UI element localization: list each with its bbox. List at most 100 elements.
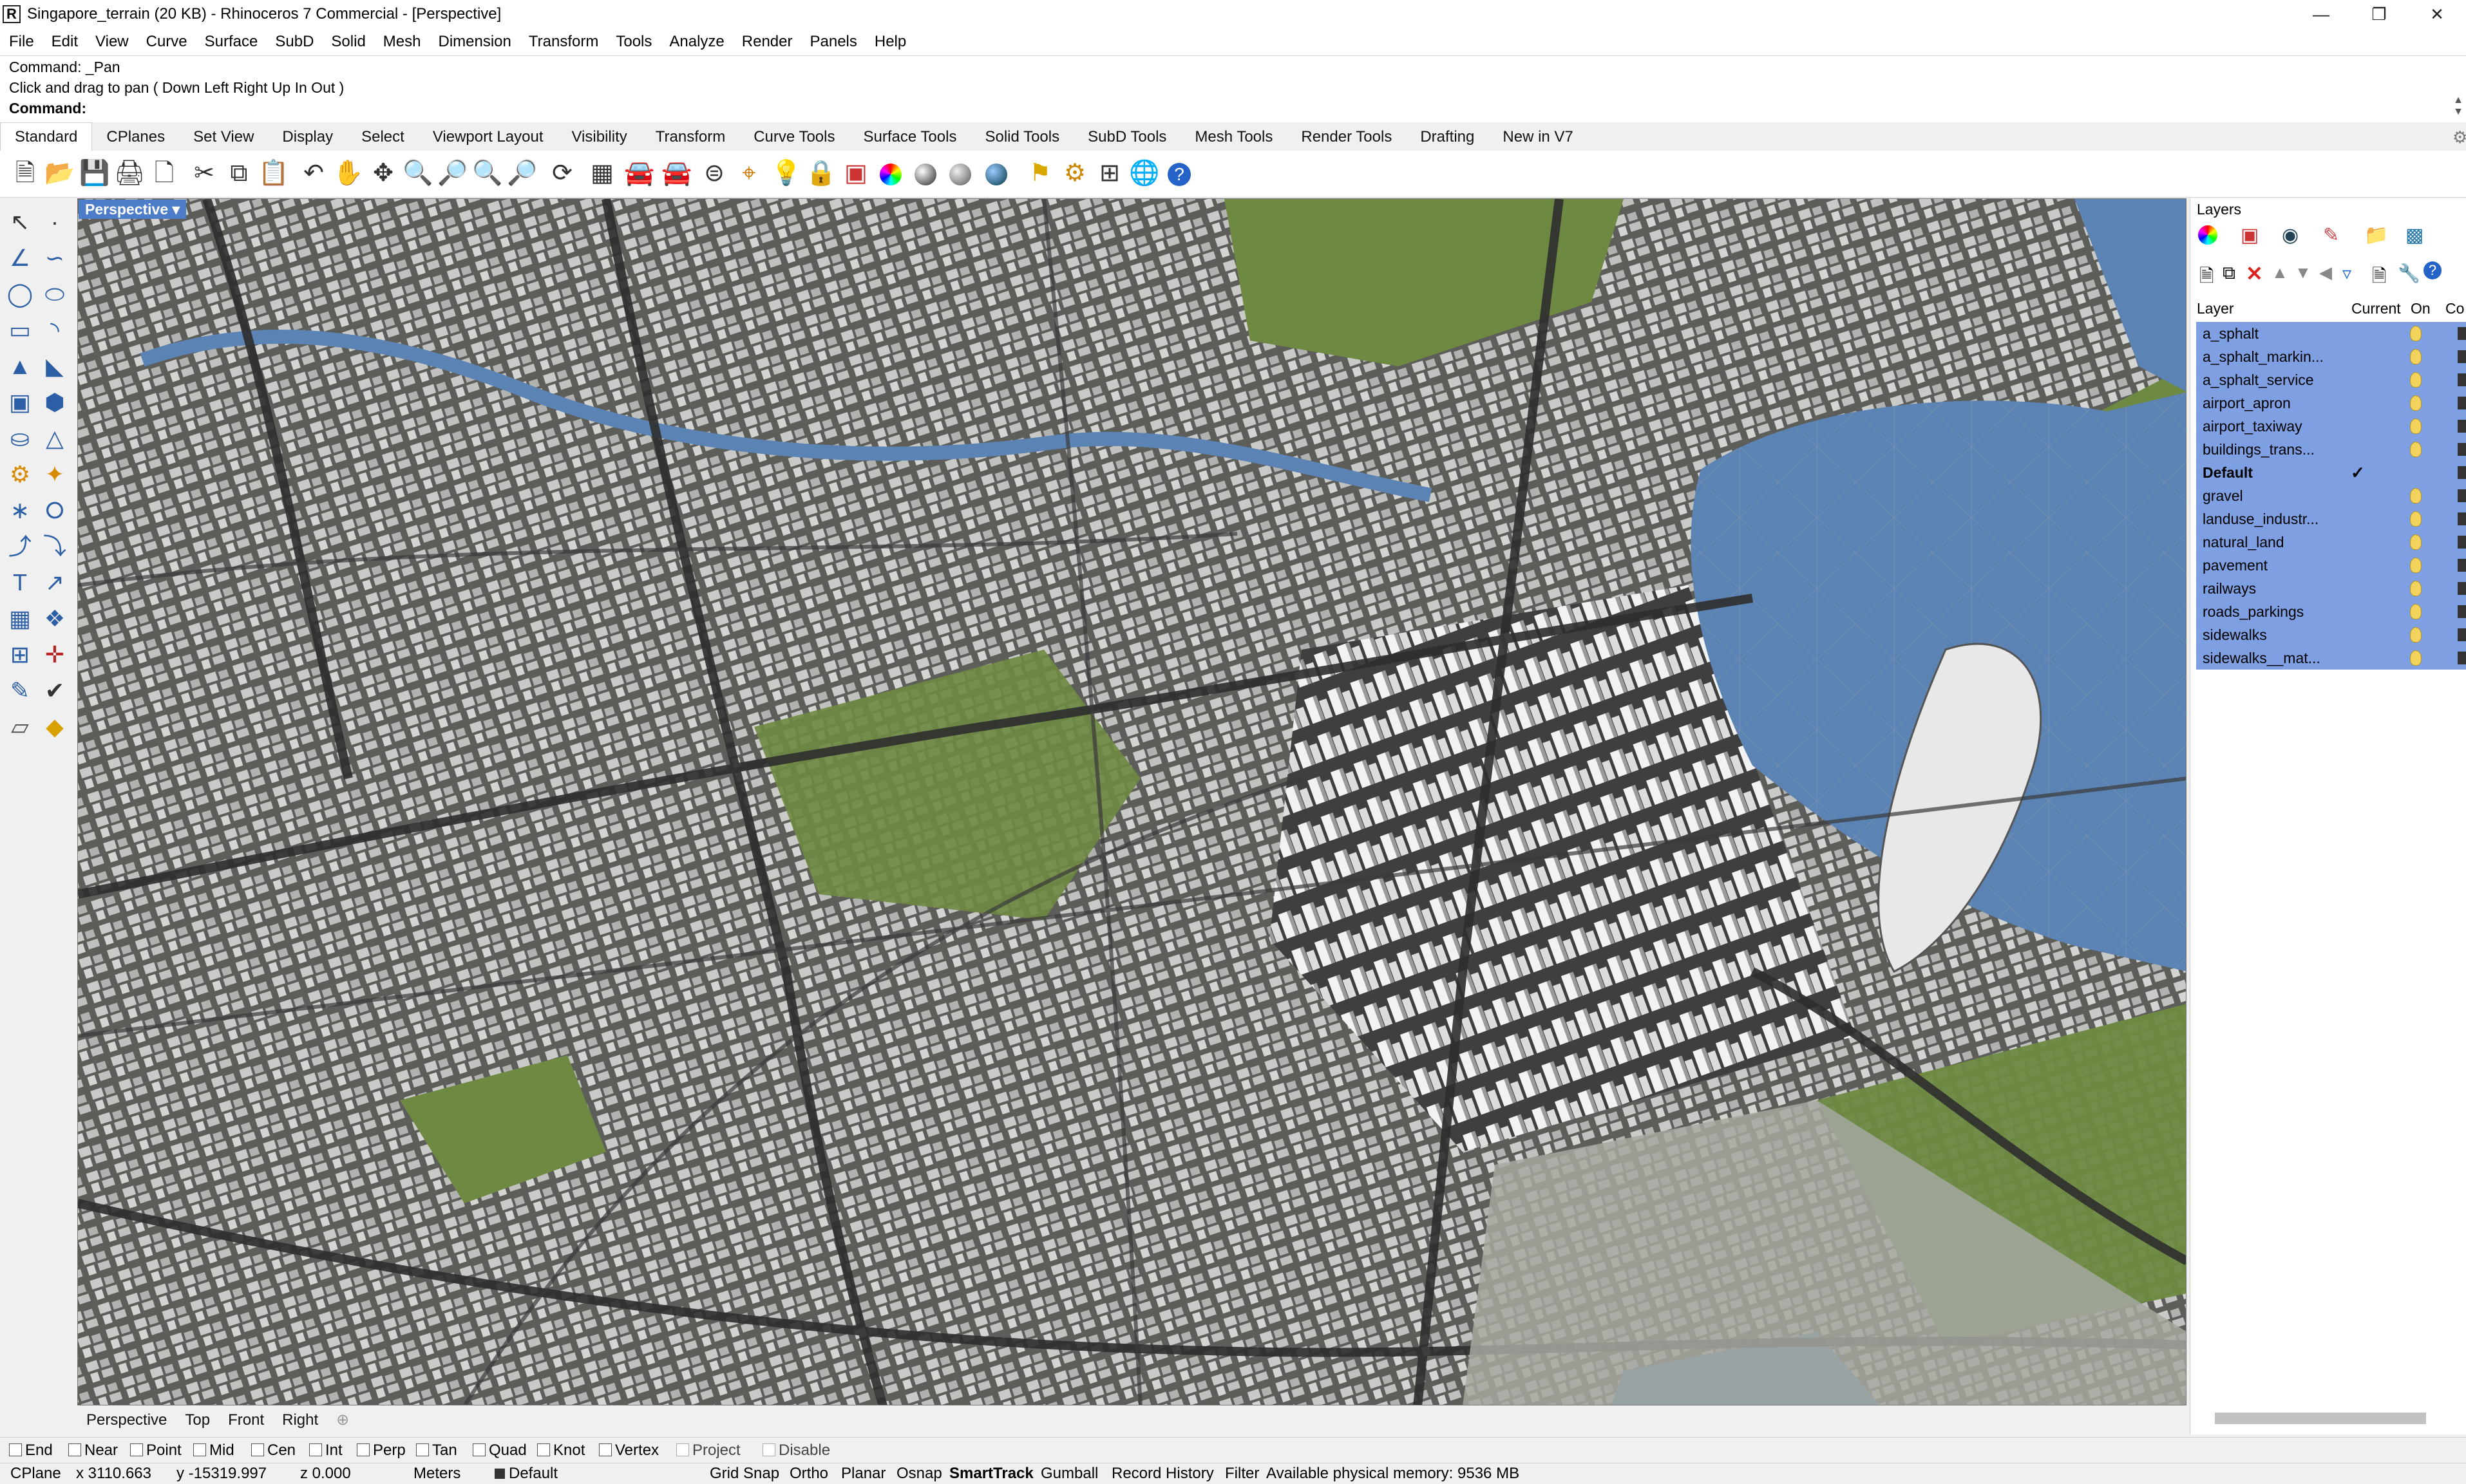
tab-set-view[interactable]: Set View <box>179 123 268 151</box>
minimize-icon[interactable]: — <box>2293 0 2349 28</box>
layer-row[interactable]: railways <box>2196 577 2466 600</box>
layer-row[interactable]: airport_taxiway <box>2196 415 2466 438</box>
osnap-point[interactable]: Point <box>130 1442 182 1460</box>
column-header-on[interactable]: On <box>2411 300 2431 317</box>
scroll-arrows-icon[interactable]: ▲ ▼ <box>2452 95 2464 118</box>
close-icon[interactable]: ✕ <box>2409 0 2465 28</box>
view-tab-right[interactable]: Right <box>273 1407 327 1433</box>
osnap-project[interactable]: Project <box>676 1442 741 1460</box>
render-sphere-icon[interactable]: ◉ <box>2282 224 2299 247</box>
toggle-planar[interactable]: Planar <box>841 1465 886 1483</box>
column-header-color[interactable]: Co <box>2445 300 2465 317</box>
move-down-icon[interactable]: ▼ <box>2295 263 2311 283</box>
tab-curve-tools[interactable]: Curve Tools <box>739 123 849 151</box>
array-icon[interactable]: ❖ <box>39 603 71 635</box>
layer-color-swatch[interactable] <box>2458 327 2466 340</box>
status-layer[interactable]: Default <box>495 1465 558 1483</box>
menu-curve[interactable]: Curve <box>137 28 196 55</box>
sphere-shaded-icon[interactable] <box>909 157 942 189</box>
tab-render-tools[interactable]: Render Tools <box>1287 123 1406 151</box>
checkbox-icon[interactable] <box>9 1443 22 1456</box>
layer-row[interactable]: natural_land <box>2196 531 2466 554</box>
light-icon[interactable]: 💡 <box>770 157 802 189</box>
toggle-smarttrack[interactable]: SmartTrack <box>949 1465 1034 1483</box>
layer-color-swatch[interactable] <box>2458 582 2466 595</box>
layer-row[interactable]: landuse_industr... <box>2196 507 2466 531</box>
view-tab-top[interactable]: Top <box>176 1407 219 1433</box>
cut-icon[interactable]: ✂ <box>188 157 220 189</box>
new-layer-icon[interactable]: 🗎 <box>2199 263 2214 294</box>
horizontal-scrollbar[interactable] <box>2215 1413 2426 1424</box>
extrude-icon[interactable]: ⬢ <box>39 386 71 418</box>
image-icon[interactable]: ▩ <box>2405 224 2423 247</box>
folder-icon[interactable]: 📁 <box>2364 224 2388 247</box>
chevron-down-icon[interactable]: ▾ <box>173 201 180 218</box>
drafting-icon[interactable]: ✦ <box>39 458 71 491</box>
new-icon[interactable]: 🗎 <box>9 157 41 189</box>
osnap-tan[interactable]: Tan <box>416 1442 457 1460</box>
zoom-icon[interactable]: 🔍 <box>402 157 434 189</box>
osnap-near[interactable]: Near <box>68 1442 118 1460</box>
car-icon[interactable]: 🚘 <box>623 157 656 189</box>
osnap-int[interactable]: Int <box>309 1442 343 1460</box>
help-icon[interactable]: ? <box>2423 261 2442 279</box>
tab-subd-tools[interactable]: SubD Tools <box>1074 123 1181 151</box>
tab-standard[interactable]: Standard <box>0 122 93 151</box>
ellipse-icon[interactable]: ⬭ <box>39 278 71 310</box>
osnap-quad[interactable]: Quad <box>473 1442 527 1460</box>
osnap-knot[interactable]: Knot <box>537 1442 585 1460</box>
fillet-icon[interactable]: ⤴ <box>4 531 36 563</box>
tab-new-in-v7[interactable]: New in V7 <box>1488 123 1587 151</box>
lightbulb-icon[interactable] <box>2410 418 2422 434</box>
checkbox-icon[interactable] <box>309 1443 322 1456</box>
layer-color-swatch[interactable] <box>2458 489 2466 502</box>
layer-color-swatch[interactable] <box>2458 397 2466 409</box>
help-icon[interactable]: ? <box>1163 157 1195 189</box>
text-icon[interactable]: T <box>4 567 36 599</box>
tab-viewport-layout[interactable]: Viewport Layout <box>419 123 558 151</box>
layers-icon[interactable]: ▣ <box>840 157 872 189</box>
menu-surface[interactable]: Surface <box>196 28 267 55</box>
menu-tools[interactable]: Tools <box>607 28 660 55</box>
settings-gear-icon[interactable]: ⚙ <box>1059 157 1091 189</box>
layer-color-swatch[interactable] <box>2458 536 2466 549</box>
layer-row[interactable]: sidewalks <box>2196 623 2466 646</box>
lightbulb-icon[interactable] <box>2410 558 2422 573</box>
dimension-icon[interactable]: ⌖ <box>733 157 765 189</box>
tab-solid-tools[interactable]: Solid Tools <box>971 123 1074 151</box>
tab-display[interactable]: Display <box>268 123 347 151</box>
brush-icon[interactable]: ✎ <box>2323 224 2339 247</box>
status-cplane[interactable]: CPlane <box>10 1465 61 1483</box>
circle-icon[interactable]: ◯ <box>4 278 36 310</box>
boolean-icon[interactable]: ∗ <box>4 494 36 527</box>
lightbulb-icon[interactable] <box>2410 395 2422 411</box>
tab-select[interactable]: Select <box>347 123 419 151</box>
toggle-osnap[interactable]: Osnap <box>896 1465 942 1483</box>
layer-row[interactable]: buildings_trans... <box>2196 438 2466 461</box>
rhino-app-icon[interactable]: R <box>3 5 21 23</box>
layer-color-swatch[interactable] <box>2458 652 2466 664</box>
move-up-icon[interactable]: ▲ <box>2272 263 2288 283</box>
lightbulb-icon[interactable] <box>2410 581 2422 596</box>
checkbox-icon[interactable] <box>416 1443 429 1456</box>
layer-options-icon[interactable]: 🗎 <box>2372 263 2387 294</box>
menu-edit[interactable]: Edit <box>43 28 86 55</box>
lock-icon[interactable]: 🔒 <box>805 157 837 189</box>
view-tab-perspective[interactable]: Perspective <box>77 1407 176 1433</box>
layer-color-swatch[interactable] <box>2458 559 2466 572</box>
filter-icon[interactable]: ▿ <box>2342 263 2351 284</box>
menu-subd[interactable]: SubD <box>266 28 322 55</box>
add-view-icon[interactable]: ⊕ <box>327 1407 358 1433</box>
gumball-icon[interactable]: ✛ <box>39 639 71 671</box>
layer-color-swatch[interactable] <box>2458 373 2466 386</box>
menu-transform[interactable]: Transform <box>520 28 607 55</box>
layer-row[interactable]: a_sphalt <box>2196 322 2466 345</box>
view-tab-front[interactable]: Front <box>219 1407 273 1433</box>
arc-icon[interactable]: ◝ <box>39 314 71 346</box>
layer-color-swatch[interactable] <box>2458 628 2466 641</box>
grid-icon[interactable]: ▦ <box>4 603 36 635</box>
import-icon[interactable]: 🗋 <box>148 157 180 189</box>
tab-mesh-tools[interactable]: Mesh Tools <box>1181 123 1287 151</box>
tools-icon[interactable]: 🔧 <box>2398 263 2420 284</box>
osnap-end[interactable]: End <box>9 1442 53 1460</box>
